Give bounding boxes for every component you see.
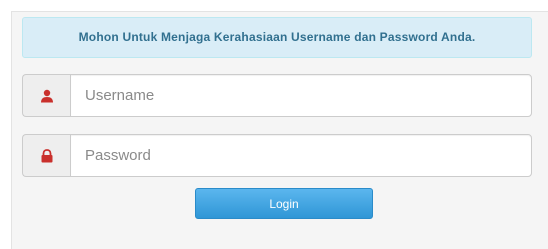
password-input[interactable] [70,134,532,177]
info-alert: Mohon Untuk Menjaga Kerahasiaan Username… [22,17,532,58]
username-addon [22,74,70,117]
password-addon [22,134,70,177]
username-input-group [22,74,532,117]
login-button[interactable]: Login [195,188,373,219]
alert-message: Mohon Untuk Menjaga Kerahasiaan Username… [78,30,476,44]
lock-icon [41,148,52,162]
user-icon [40,89,53,102]
password-input-group [22,134,532,177]
username-input[interactable] [70,74,532,117]
